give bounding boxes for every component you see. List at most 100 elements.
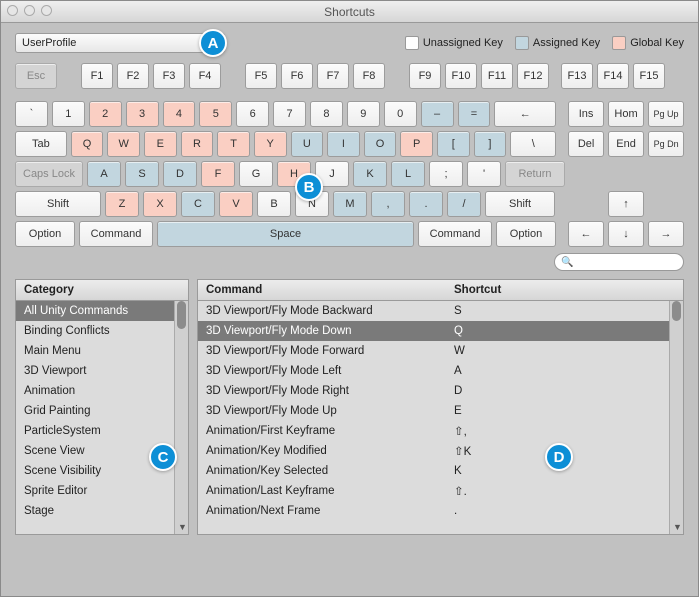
key-r[interactable]: R — [181, 131, 214, 157]
command-item[interactable]: 3D Viewport/Fly Mode DownQ — [198, 321, 683, 341]
key-z[interactable]: Z — [105, 191, 139, 217]
key-9[interactable]: 9 — [347, 101, 380, 127]
key-a[interactable]: A — [87, 161, 121, 187]
key-space[interactable]: Space — [157, 221, 414, 247]
key-ins[interactable]: Ins — [568, 101, 604, 127]
key-4[interactable]: 4 — [163, 101, 196, 127]
key-command-left[interactable]: Command — [79, 221, 153, 247]
category-item[interactable]: Sprite Editor — [16, 481, 188, 501]
chevron-down-icon[interactable]: ▼ — [178, 522, 187, 532]
category-item[interactable]: Animation — [16, 381, 188, 401]
key-f4[interactable]: F4 — [189, 63, 221, 89]
key-down[interactable]: ↓ — [608, 221, 644, 247]
category-item[interactable]: Main Menu — [16, 341, 188, 361]
key-right[interactable]: → — [648, 221, 684, 247]
key-pgdn[interactable]: Pg Dn — [648, 131, 684, 157]
close-icon[interactable] — [7, 5, 18, 16]
key-up[interactable]: ↑ — [608, 191, 644, 217]
key-shift-right[interactable]: Shift — [485, 191, 555, 217]
category-item[interactable]: Stage — [16, 501, 188, 521]
key-del[interactable]: Del — [568, 131, 604, 157]
category-item[interactable]: Binding Conflicts — [16, 321, 188, 341]
key-return[interactable]: Return — [505, 161, 565, 187]
key-esc[interactable]: Esc — [15, 63, 57, 89]
key-v[interactable]: V — [219, 191, 253, 217]
key-5[interactable]: 5 — [199, 101, 232, 127]
command-item[interactable]: 3D Viewport/Fly Mode LeftA — [198, 361, 683, 381]
key-lbracket[interactable]: [ — [437, 131, 470, 157]
key-shift-left[interactable]: Shift — [15, 191, 101, 217]
key-period[interactable]: . — [409, 191, 443, 217]
key-f12[interactable]: F12 — [517, 63, 549, 89]
key-p[interactable]: P — [400, 131, 433, 157]
key-i[interactable]: I — [327, 131, 360, 157]
key-f13[interactable]: F13 — [561, 63, 593, 89]
key-o[interactable]: O — [364, 131, 397, 157]
command-item[interactable]: Animation/Key Modified⇧K — [198, 441, 683, 461]
key-f11[interactable]: F11 — [481, 63, 513, 89]
key-l[interactable]: L — [391, 161, 425, 187]
command-item[interactable]: Animation/Key SelectedK — [198, 461, 683, 481]
category-scrollbar[interactable]: ▼ — [174, 301, 188, 534]
key-f9[interactable]: F9 — [409, 63, 441, 89]
command-item[interactable]: 3D Viewport/Fly Mode ForwardW — [198, 341, 683, 361]
key-left[interactable]: ← — [568, 221, 604, 247]
key-f5[interactable]: F5 — [245, 63, 277, 89]
key-capslock[interactable]: Caps Lock — [15, 161, 83, 187]
key-f10[interactable]: F10 — [445, 63, 477, 89]
key-t[interactable]: T — [217, 131, 250, 157]
profile-dropdown[interactable]: UserProfile ▲▼ — [15, 33, 225, 53]
minimize-icon[interactable] — [24, 5, 35, 16]
key-7[interactable]: 7 — [273, 101, 306, 127]
search-input[interactable]: 🔍 — [554, 253, 684, 271]
key-apostrophe[interactable]: ' — [467, 161, 501, 187]
category-item[interactable]: ParticleSystem — [16, 421, 188, 441]
key-6[interactable]: 6 — [236, 101, 269, 127]
key-slash[interactable]: / — [447, 191, 481, 217]
key-f[interactable]: F — [201, 161, 235, 187]
key-f3[interactable]: F3 — [153, 63, 185, 89]
key-d[interactable]: D — [163, 161, 197, 187]
key-backslash[interactable]: \ — [510, 131, 556, 157]
category-item[interactable]: All Unity Commands — [16, 301, 188, 321]
category-item[interactable]: 3D Viewport — [16, 361, 188, 381]
command-item[interactable]: Animation/First Keyframe⇧, — [198, 421, 683, 441]
key-option-right[interactable]: Option — [496, 221, 556, 247]
key-command-right[interactable]: Command — [418, 221, 492, 247]
command-item[interactable]: 3D Viewport/Fly Mode UpE — [198, 401, 683, 421]
key-b[interactable]: B — [257, 191, 291, 217]
key-semicolon[interactable]: ; — [429, 161, 463, 187]
key-f14[interactable]: F14 — [597, 63, 629, 89]
key-q[interactable]: Q — [71, 131, 104, 157]
key-backtick[interactable]: ` — [15, 101, 48, 127]
key-option-left[interactable]: Option — [15, 221, 75, 247]
key-2[interactable]: 2 — [89, 101, 122, 127]
key-equal[interactable]: = — [458, 101, 491, 127]
command-item[interactable]: Animation/Last Keyframe⇧. — [198, 481, 683, 501]
command-item[interactable]: 3D Viewport/Fly Mode RightD — [198, 381, 683, 401]
key-f7[interactable]: F7 — [317, 63, 349, 89]
key-minus[interactable]: – — [421, 101, 454, 127]
key-e[interactable]: E — [144, 131, 177, 157]
key-g[interactable]: G — [239, 161, 273, 187]
key-y[interactable]: Y — [254, 131, 287, 157]
key-f2[interactable]: F2 — [117, 63, 149, 89]
key-0[interactable]: 0 — [384, 101, 417, 127]
command-scrollbar[interactable]: ▼ — [669, 301, 683, 534]
key-tab[interactable]: Tab — [15, 131, 67, 157]
key-f8[interactable]: F8 — [353, 63, 385, 89]
key-rbracket[interactable]: ] — [474, 131, 507, 157]
key-w[interactable]: W — [107, 131, 140, 157]
key-m[interactable]: M — [333, 191, 367, 217]
key-f6[interactable]: F6 — [281, 63, 313, 89]
key-1[interactable]: 1 — [52, 101, 85, 127]
key-home[interactable]: Hom — [608, 101, 644, 127]
key-pgup[interactable]: Pg Up — [648, 101, 684, 127]
key-backspace[interactable]: ← — [494, 101, 556, 127]
key-s[interactable]: S — [125, 161, 159, 187]
chevron-down-icon[interactable]: ▼ — [673, 522, 682, 532]
key-3[interactable]: 3 — [126, 101, 159, 127]
key-c[interactable]: C — [181, 191, 215, 217]
key-comma[interactable]: , — [371, 191, 405, 217]
key-x[interactable]: X — [143, 191, 177, 217]
